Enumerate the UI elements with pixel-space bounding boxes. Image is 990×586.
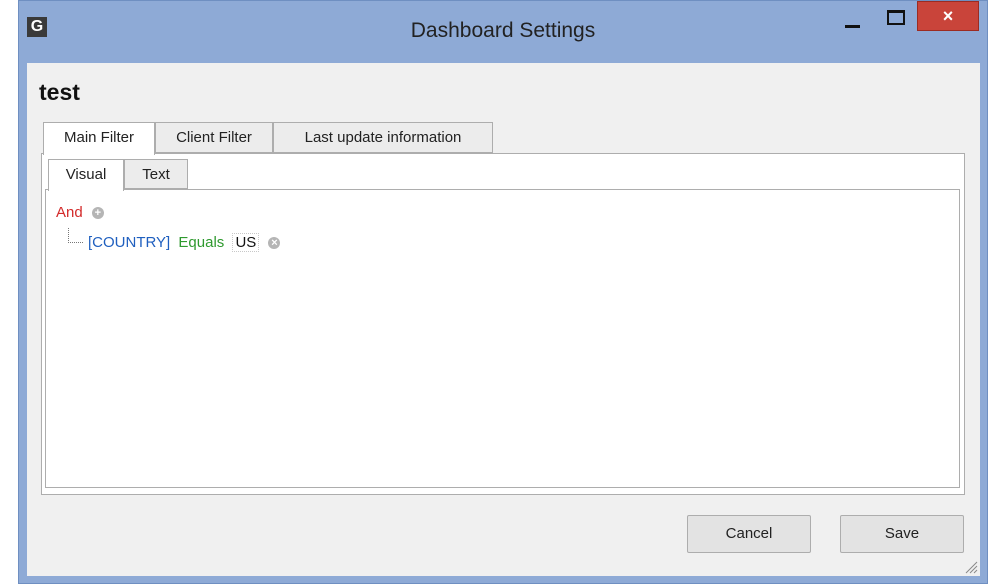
tree-connector-line	[68, 228, 83, 243]
condition-row: [COUNTRY] Equals US ×	[88, 233, 281, 254]
tab-text[interactable]: Text	[124, 159, 188, 189]
maximize-button[interactable]	[879, 3, 909, 33]
save-button[interactable]: Save	[840, 515, 964, 553]
condition-value[interactable]: US	[232, 233, 260, 252]
tab-last-update-information[interactable]: Last update information	[273, 122, 493, 153]
visual-filter-editor: And + [COUNTRY] Equals US ×	[45, 189, 960, 488]
dashboard-settings-window: G Dashboard Settings × test Main Filter …	[18, 0, 988, 584]
main-filter-panel: Visual Text And + [COUNTRY] Equals US ×	[41, 153, 965, 495]
remove-circle-icon[interactable]: ×	[268, 237, 281, 250]
condition-operator[interactable]: Equals	[178, 234, 224, 251]
group-operator[interactable]: And	[56, 204, 83, 221]
resize-grip-icon[interactable]	[964, 560, 978, 574]
tab-main-filter[interactable]: Main Filter	[43, 122, 155, 155]
cancel-button[interactable]: Cancel	[687, 515, 811, 553]
close-icon: ×	[942, 6, 954, 26]
title-bar[interactable]: G Dashboard Settings ×	[19, 1, 987, 63]
condition-field[interactable]: [COUNTRY]	[88, 234, 170, 251]
group-row: And +	[56, 204, 104, 224]
tab-visual[interactable]: Visual	[48, 159, 124, 191]
minimize-button[interactable]	[837, 3, 867, 33]
dialog-body: test Main Filter Client Filter Last upda…	[27, 63, 980, 576]
close-button[interactable]: ×	[917, 1, 979, 31]
tab-client-filter[interactable]: Client Filter	[155, 122, 273, 153]
plus-circle-icon[interactable]: +	[91, 207, 104, 220]
dashboard-name-heading: test	[39, 79, 80, 105]
